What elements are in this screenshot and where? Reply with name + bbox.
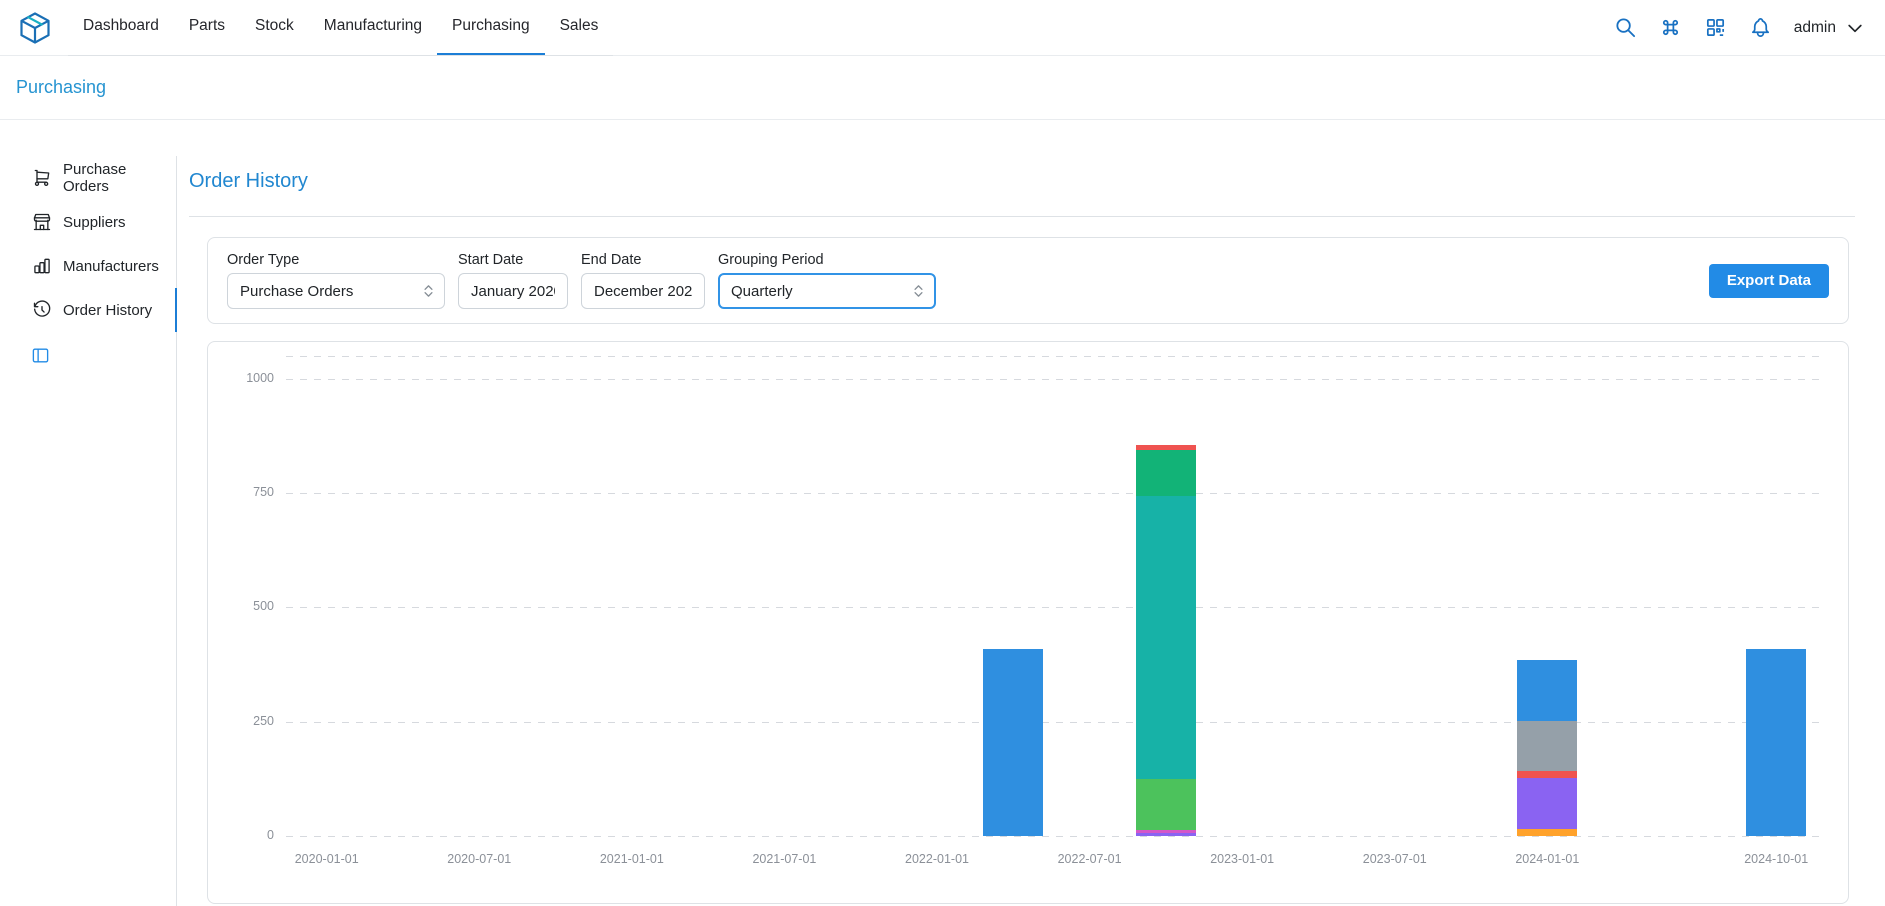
bar-segment-violet-2024-01-01 [1517,778,1577,829]
x-axis-label: 2021-01-01 [587,852,677,866]
y-axis-label: 250 [196,714,274,728]
shopping-cart-icon [32,168,52,188]
bar-segment-violet-2022-10-01 [1136,833,1196,836]
y-gridline [286,379,1822,380]
x-axis-label: 2022-01-01 [892,852,982,866]
order-history-page: Order History Order Type Purchase Orders… [177,156,1885,906]
end-date-label: End Date [581,252,705,268]
bar-segment-teal-2022-10-01 [1136,496,1196,779]
order-type-value: Purchase Orders [240,283,353,300]
user-menu[interactable]: admin [1794,18,1865,38]
end-date-field: End Date [581,252,705,309]
search-icon[interactable] [1614,16,1637,39]
y-axis-label: 1000 [196,371,274,385]
x-axis-label: 2023-07-01 [1350,852,1440,866]
page-title: Order History [189,168,1855,194]
purchasing-panel: Purchase Orders Suppliers Manufacturer [0,120,1885,906]
bar-segment-red-2022-10-01 [1136,445,1196,450]
breadcrumb-bar: Purchasing [0,56,1885,120]
y-gridline-top [286,356,1822,357]
sidebar-item-label: Purchase Orders [63,161,176,195]
y-axis-label: 500 [196,599,274,613]
breadcrumb[interactable]: Purchasing [16,77,106,98]
storefront-icon [32,212,52,232]
grouping-period-select[interactable]: Quarterly [718,273,936,309]
start-date-input[interactable] [458,273,568,309]
x-axis-label: 2024-10-01 [1731,852,1821,866]
bar-segment-gray-2024-01-01 [1517,721,1577,770]
y-gridline [286,493,1822,494]
main-tabs: Dashboard Parts Stock Manufacturing Purc… [68,0,613,56]
x-axis-label: 2022-07-01 [1045,852,1135,866]
bar-segment-blue-2022-04-01 [983,649,1043,836]
x-axis-label: 2024-01-01 [1502,852,1592,866]
title-divider [189,216,1855,217]
sidebar-item-label: Order History [63,302,152,319]
export-data-button[interactable]: Export Data [1709,264,1829,298]
tab-sales[interactable]: Sales [545,0,614,55]
grouping-period-field: Grouping Period Quarterly [718,252,936,309]
collapse-sidebar-icon[interactable] [31,346,50,365]
sidebar-item-purchase-orders[interactable]: Purchase Orders [0,156,176,200]
bar-segment-emerald-2022-10-01 [1136,450,1196,496]
qr-scan-icon[interactable] [1704,16,1727,39]
tab-manufacturing[interactable]: Manufacturing [309,0,437,55]
y-axis-label: 750 [196,485,274,499]
bar-segment-magenta-2022-10-01 [1136,830,1196,833]
sidebar-item-order-history[interactable]: Order History [0,288,176,332]
start-date-field: Start Date [458,252,568,309]
y-gridline [286,722,1822,723]
chevron-updown-icon [910,283,927,300]
chevron-updown-icon [420,283,437,300]
sidebar-item-label: Manufacturers [63,258,159,275]
end-date-input[interactable] [581,273,705,309]
order-type-label: Order Type [227,252,445,268]
tab-dashboard[interactable]: Dashboard [68,0,174,55]
grouping-period-label: Grouping Period [718,252,936,268]
top-navigation-bar: Dashboard Parts Stock Manufacturing Purc… [0,0,1885,56]
tab-stock[interactable]: Stock [240,0,309,55]
sidebar-item-label: Suppliers [63,214,126,231]
grouping-period-value: Quarterly [731,283,793,300]
bar-segment-blue-2024-10-01 [1746,649,1806,836]
x-axis-label: 2021-07-01 [739,852,829,866]
app-logo-icon[interactable] [18,11,52,45]
bar-segment-green-2022-10-01 [1136,779,1196,829]
username-label: admin [1794,19,1836,37]
tab-parts[interactable]: Parts [174,0,240,55]
y-gridline [286,836,1822,837]
notification-bell-icon[interactable] [1749,16,1772,39]
tab-purchasing[interactable]: Purchasing [437,0,545,55]
bar-segment-blue-2024-01-01 [1517,660,1577,722]
x-axis-label: 2020-07-01 [434,852,524,866]
chart-bar-icon [32,256,52,276]
x-axis-label: 2020-01-01 [282,852,372,866]
order-type-field: Order Type Purchase Orders [227,252,445,309]
chevron-down-icon [1845,18,1865,38]
filter-toolbar: Order Type Purchase Orders Start Date En… [207,237,1849,324]
sidebar: Purchase Orders Suppliers Manufacturer [0,156,177,906]
bar-segment-red-2024-01-01 [1517,771,1577,778]
sidebar-item-suppliers[interactable]: Suppliers [0,200,176,244]
order-history-chart: 025050075010002020-01-012020-07-012021-0… [207,341,1849,904]
command-icon[interactable] [1659,16,1682,39]
order-type-select[interactable]: Purchase Orders [227,273,445,309]
bar-segment-orange-2024-01-01 [1517,829,1577,836]
chart-plot-area: 025050075010002020-01-012020-07-012021-0… [286,356,1822,836]
sidebar-item-manufacturers[interactable]: Manufacturers [0,244,176,288]
y-gridline [286,607,1822,608]
start-date-label: Start Date [458,252,568,268]
y-axis-label: 0 [196,828,274,842]
topbar-actions: admin [1614,16,1865,39]
x-axis-label: 2023-01-01 [1197,852,1287,866]
history-icon [32,300,52,320]
